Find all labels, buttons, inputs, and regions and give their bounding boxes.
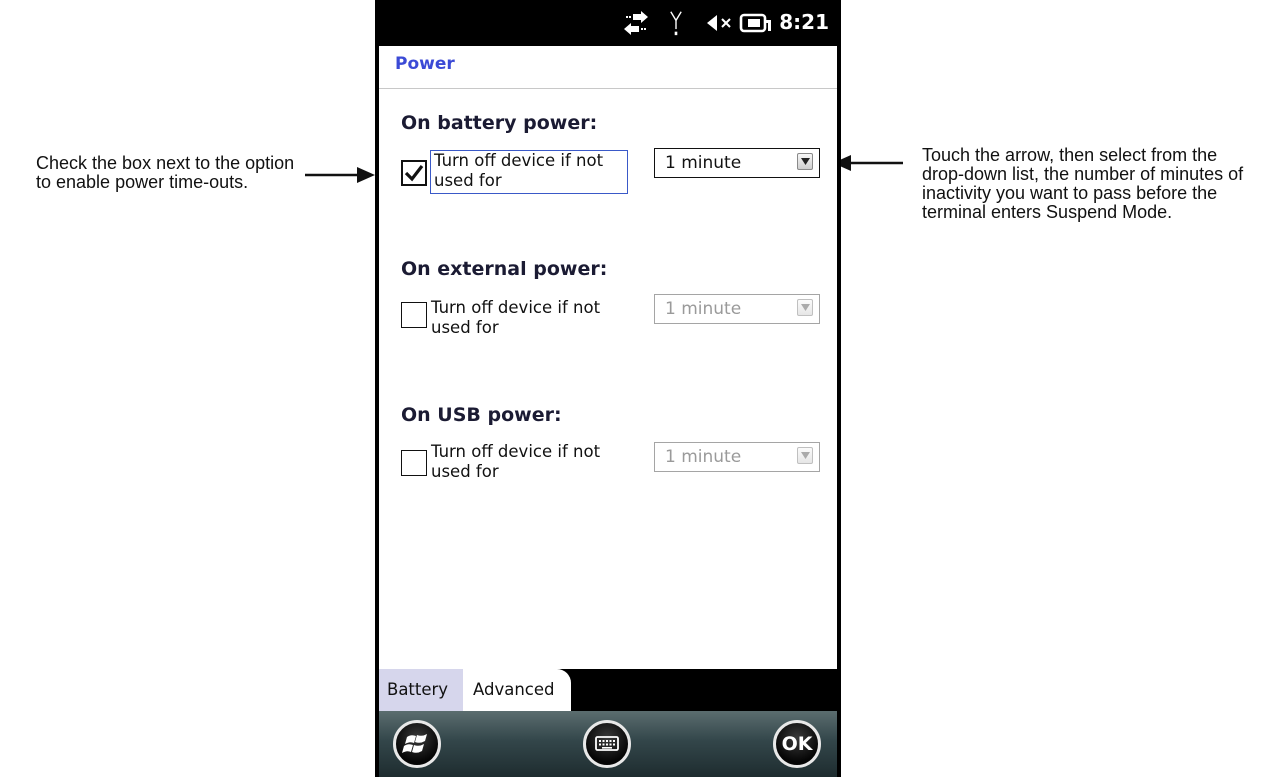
annotation-right-arrow [833,155,903,171]
dropdown-value: 1 minute [665,447,742,467]
tab-battery-label: Battery [387,680,449,699]
ok-button[interactable]: OK [773,720,821,768]
section-heading-usb: On USB power: [401,404,562,426]
dropdown-arrow-icon[interactable] [797,447,813,464]
usb-timeout-dropdown[interactable]: 1 minute [654,442,820,472]
checkmark-icon [404,165,424,182]
usb-timeout-label[interactable]: Turn off device if not used for [431,442,629,482]
page-title: Power [395,54,455,74]
dropdown-arrow-icon[interactable] [797,153,813,170]
status-bar: 8:21 [375,0,841,46]
speaker-muted-icon [707,15,731,31]
tab-strip: Battery Advanced [379,669,837,711]
battery-timeout-dropdown[interactable]: 1 minute [654,148,820,178]
external-timeout-checkbox[interactable] [401,302,427,328]
start-button[interactable] [393,720,441,768]
dropdown-value: 1 minute [665,153,742,173]
annotation-left-arrow [305,167,375,183]
external-timeout-label[interactable]: Turn off device if not used for [431,298,629,338]
tab-advanced-label: Advanced [473,680,555,699]
section-heading-external: On external power: [401,258,608,280]
annotation-right: Touch the arrow, then select from the dr… [922,145,1244,222]
ok-button-label: OK [781,733,813,755]
usb-timeout-checkbox[interactable] [401,450,427,476]
section-heading-battery: On battery power: [401,112,598,134]
windows-start-icon [402,734,427,753]
status-time: 8:21 [779,10,829,34]
title-bar: Power [379,46,837,89]
battery-charging-icon [739,13,771,33]
bottom-command-bar: OK [379,711,837,777]
battery-timeout-label[interactable]: Turn off device if not used for [430,150,628,194]
device-frame: 8:21 Power On battery power: Turn off de… [375,0,841,777]
signal-antenna-icon [670,11,682,36]
external-timeout-dropdown[interactable]: 1 minute [654,294,820,324]
dropdown-value: 1 minute [665,299,742,319]
screen: Power On battery power: Turn off device … [379,46,837,676]
tab-battery[interactable]: Battery [379,669,469,711]
annotation-left: Check the box next to the option to enab… [36,153,295,192]
battery-timeout-checkbox[interactable] [401,160,427,186]
keyboard-icon [595,736,619,751]
network-sync-icon [624,11,648,35]
tab-advanced[interactable]: Advanced [463,669,571,711]
dropdown-arrow-icon[interactable] [797,299,813,316]
keyboard-button[interactable] [583,720,631,768]
